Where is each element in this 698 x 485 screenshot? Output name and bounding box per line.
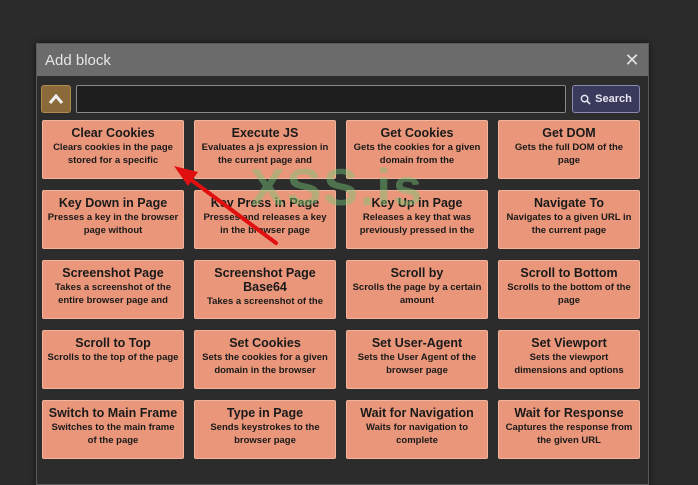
- block-description: Scrolls the page by a certain amount: [352, 282, 482, 306]
- block-description: Scrolls to the bottom of the page: [507, 282, 631, 306]
- block-title: Scroll by: [390, 266, 444, 280]
- block-title: Type in Page: [226, 406, 304, 420]
- block-wait-for-navigation[interactable]: Wait for Navigation Waits for navigation …: [346, 400, 488, 459]
- block-execute-js[interactable]: Execute JS Evaluates a js expression in t…: [194, 120, 336, 179]
- close-icon[interactable]: ✕: [616, 44, 648, 76]
- block-wait-for-response[interactable]: Wait for Response Captures the response f…: [498, 400, 640, 459]
- add-block-dialog: Add block ✕ Search Clear Cookies Clears c…: [36, 43, 649, 485]
- dialog-title: Add block: [45, 51, 111, 69]
- block-title: Screenshot Page Base64: [214, 266, 316, 294]
- block-title: Scroll to Bottom: [520, 266, 618, 280]
- block-screenshot-page[interactable]: Screenshot Page Takes a screenshot of the…: [42, 260, 184, 319]
- block-title: Key Up in Page: [371, 196, 463, 210]
- block-description: Switches to the main frame of the page: [51, 422, 175, 446]
- block-description: Sets the User Agent of the browser page: [357, 352, 477, 376]
- block-clear-cookies[interactable]: Clear Cookies Clears cookies in the page …: [42, 120, 184, 179]
- block-grid: Clear Cookies Clears cookies in the page …: [42, 120, 640, 459]
- block-description: Clears cookies in the page stored for a …: [53, 142, 173, 166]
- block-scroll-to-top[interactable]: Scroll to Top Scrolls to the top of the p…: [42, 330, 184, 389]
- block-description: Gets the full DOM of the page: [514, 142, 624, 166]
- block-description: Takes a screenshot of the: [207, 296, 323, 307]
- block-key-down-in-page[interactable]: Key Down in Page Presses a key in the bro…: [42, 190, 184, 249]
- block-title: Set Viewport: [531, 336, 607, 350]
- chevron-up-icon: [48, 93, 64, 104]
- search-button[interactable]: Search: [572, 85, 640, 113]
- block-scroll-to-bottom[interactable]: Scroll to Bottom Scrolls to the bottom of…: [498, 260, 640, 319]
- block-description: Captures the response from the given URL: [505, 422, 633, 446]
- block-set-viewport[interactable]: Set Viewport Sets the viewport dimensions…: [498, 330, 640, 389]
- block-title: Set User-Agent: [371, 336, 463, 350]
- block-get-dom[interactable]: Get DOM Gets the full DOM of the page: [498, 120, 640, 179]
- search-toolbar: Search: [41, 84, 644, 114]
- block-title: Switch to Main Frame: [48, 406, 178, 420]
- block-description: Sets the viewport dimensions and options: [514, 352, 624, 376]
- block-switch-to-main-frame[interactable]: Switch to Main Frame Switches to the main…: [42, 400, 184, 459]
- block-title: Key Press in Page: [210, 196, 320, 210]
- block-title: Get Cookies: [380, 126, 454, 140]
- block-key-press-in-page[interactable]: Key Press in Page Presses and releases a …: [194, 190, 336, 249]
- search-button-label: Search: [595, 93, 632, 105]
- block-description: Evaluates a js expression in the current…: [201, 142, 329, 166]
- block-description: Gets the cookies for a given domain from…: [353, 142, 481, 166]
- block-title: Wait for Navigation: [360, 406, 474, 420]
- block-title: Screenshot Page: [62, 266, 164, 280]
- block-description: Presses a key in the browser page withou…: [47, 212, 179, 236]
- block-description: Navigates to a given URL in the current …: [506, 212, 632, 236]
- block-get-cookies[interactable]: Get Cookies Gets the cookies for a given …: [346, 120, 488, 179]
- block-set-user-agent[interactable]: Set User-Agent Sets the User Agent of the…: [346, 330, 488, 389]
- collapse-button[interactable]: [41, 85, 71, 113]
- block-scroll-by[interactable]: Scroll by Scrolls the page by a certain a…: [346, 260, 488, 319]
- block-description: Takes a screenshot of the entire browser…: [55, 282, 171, 306]
- search-icon: [580, 94, 591, 105]
- block-description: Scrolls to the top of the page: [47, 352, 179, 363]
- block-title: Set Cookies: [229, 336, 301, 350]
- block-title: Scroll to Top: [75, 336, 151, 350]
- block-type-in-page[interactable]: Type in Page Sends keystrokes to the brow…: [194, 400, 336, 459]
- block-description: Sends keystrokes to the browser page: [210, 422, 320, 446]
- block-title: Navigate To: [534, 196, 604, 210]
- block-description: Waits for navigation to complete: [365, 422, 469, 446]
- block-description: Releases a key that was previously press…: [359, 212, 475, 236]
- block-title: Clear Cookies: [71, 126, 155, 140]
- block-title: Get DOM: [542, 126, 596, 140]
- search-input[interactable]: [76, 85, 566, 113]
- block-title: Wait for Response: [514, 406, 624, 420]
- block-key-up-in-page[interactable]: Key Up in Page Releases a key that was pr…: [346, 190, 488, 249]
- block-title: Key Down in Page: [58, 196, 168, 210]
- block-description: Presses and releases a key in the browse…: [203, 212, 327, 236]
- dialog-titlebar: Add block ✕: [37, 44, 648, 76]
- block-description: Sets the cookies for a given domain in t…: [202, 352, 328, 376]
- block-set-cookies[interactable]: Set Cookies Sets the cookies for a given …: [194, 330, 336, 389]
- block-screenshot-page-base64[interactable]: Screenshot Page Base64 Takes a screenshot…: [194, 260, 336, 319]
- block-title: Execute JS: [231, 126, 299, 140]
- block-navigate-to[interactable]: Navigate To Navigates to a given URL in t…: [498, 190, 640, 249]
